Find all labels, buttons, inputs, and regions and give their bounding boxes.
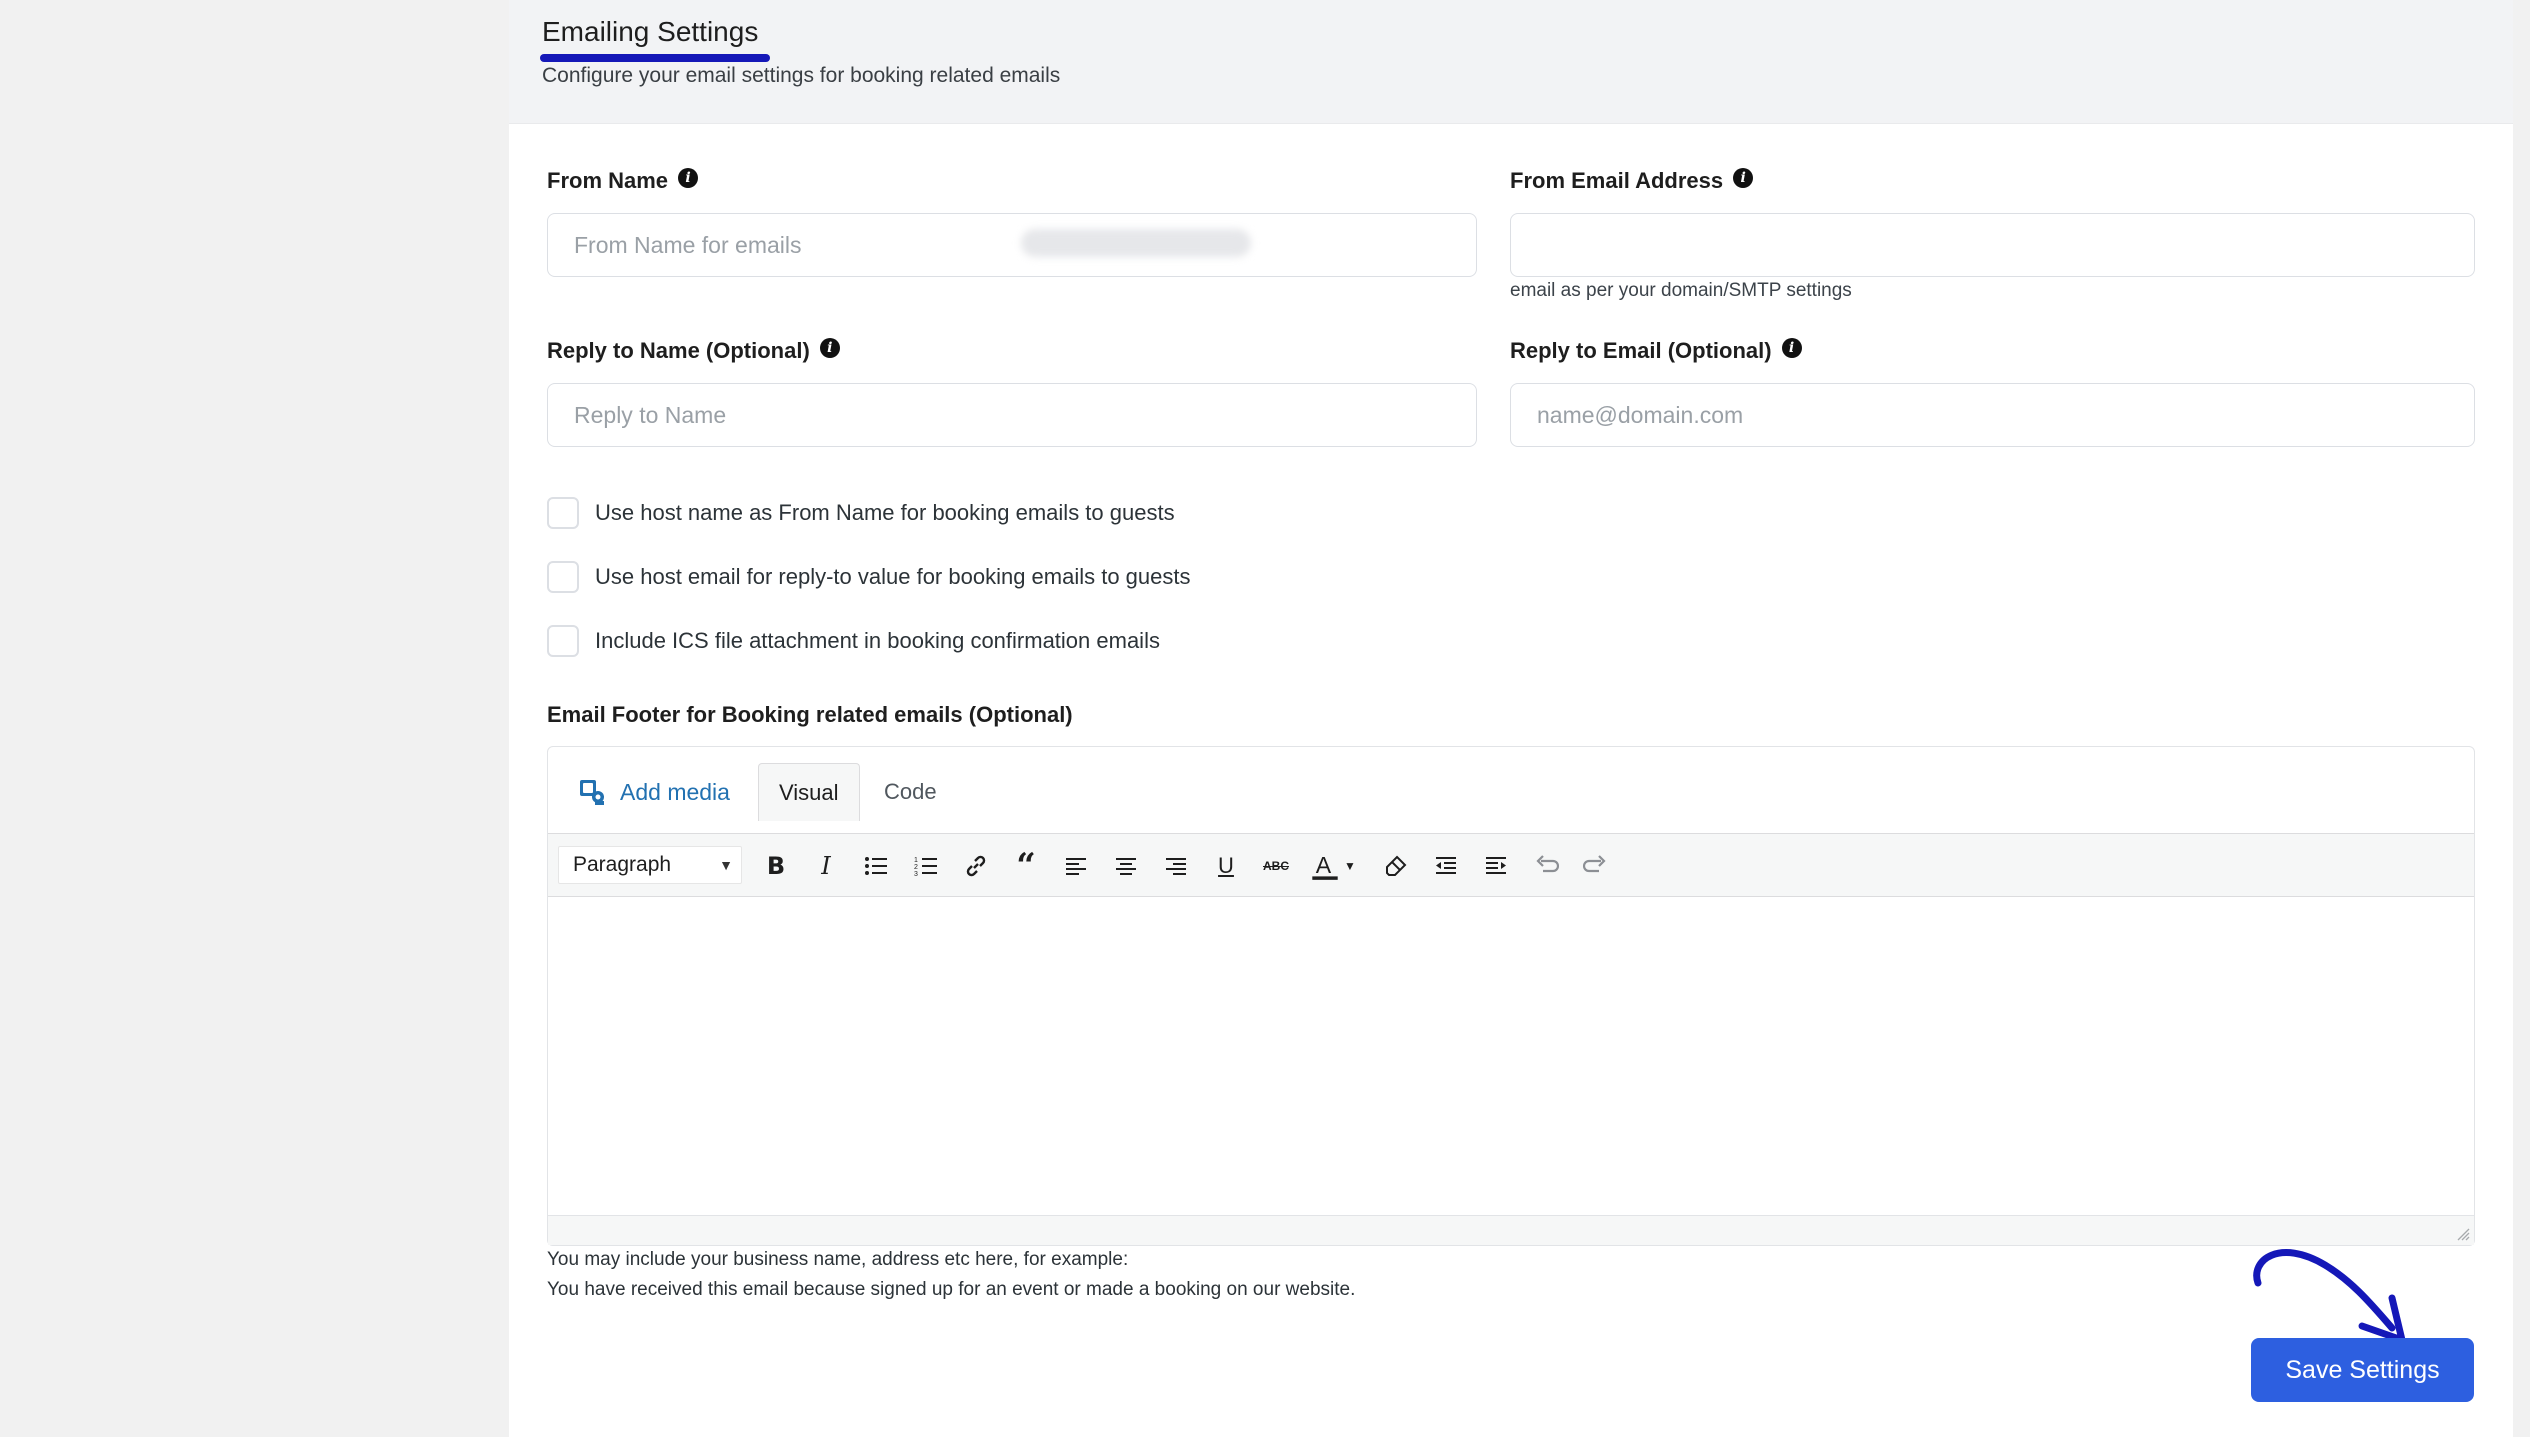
clear-formatting-button[interactable] (1378, 848, 1414, 884)
bulleted-list-icon (865, 857, 887, 875)
eraser-icon (1386, 855, 1407, 876)
tab-code[interactable]: Code (864, 763, 957, 821)
from-name-input[interactable] (547, 213, 1477, 277)
align-left-icon (1066, 858, 1086, 875)
italic-button[interactable]: I (808, 848, 844, 884)
strikethrough-icon: ABC (1263, 859, 1289, 873)
save-settings-button[interactable]: Save Settings (2251, 1338, 2474, 1402)
bold-button[interactable]: B (758, 848, 794, 884)
blockquote-button[interactable]: “ (1008, 848, 1044, 884)
editor-tabs: Add media Visual Code (548, 747, 2474, 833)
bold-icon: B (766, 852, 786, 880)
email-footer-label: Email Footer for Booking related emails … (547, 702, 1073, 727)
from-name-label: From Name i (547, 168, 699, 194)
checkbox-label: Use host email for reply-to value for bo… (595, 564, 1191, 589)
reply-name-label: Reply to Name (Optional) i (547, 338, 840, 364)
chevron-down-icon: ▼ (719, 857, 733, 873)
from-email-label: From Email Address i (1510, 168, 1754, 194)
reply-email-label: Reply to Email (Optional) i (1510, 338, 1802, 364)
align-left-button[interactable] (1058, 848, 1094, 884)
info-icon[interactable]: i (1733, 168, 1754, 188)
title-underline-annotation (540, 54, 770, 62)
email-footer-editor: Add media Visual Code Paragraph ▼ B I 12… (547, 746, 2475, 1246)
editor-toolbar: Paragraph ▼ B I 123 “ U ABC A ▼ (548, 833, 2474, 897)
footer-note-line1: You may include your business name, addr… (547, 1249, 1129, 1270)
svg-text:3: 3 (914, 871, 918, 878)
ics-attachment-checkbox[interactable] (547, 625, 579, 657)
align-center-icon (1116, 858, 1136, 875)
editor-statusbar (548, 1215, 2474, 1245)
numbered-list-icon: 123 (914, 857, 937, 878)
resize-grip-icon[interactable] (2454, 1225, 2470, 1241)
outdent-button[interactable] (1428, 848, 1464, 884)
checkbox-label: Use host name as From Name for booking e… (595, 500, 1175, 525)
redo-button[interactable] (1578, 848, 1614, 884)
chevron-down-icon: ▼ (1344, 859, 1356, 873)
reply-name-input[interactable] (547, 383, 1477, 447)
outdent-icon (1436, 857, 1456, 874)
footer-note-line2: You have received this email because sig… (547, 1279, 1356, 1300)
reply-email-input[interactable] (1510, 383, 2475, 447)
tab-visual[interactable]: Visual (758, 763, 860, 821)
info-icon[interactable]: i (819, 338, 840, 358)
panel-header: Emailing Settings Configure your email s… (509, 0, 2513, 124)
page-subtitle: Configure your email settings for bookin… (542, 64, 1061, 87)
blurred-email-value (1021, 229, 1251, 257)
text-color-button[interactable]: A ▼ (1310, 848, 1370, 884)
undo-icon (1536, 855, 1559, 873)
from-email-label-text: From Email Address (1510, 168, 1724, 193)
underline-icon: U (1218, 853, 1234, 878)
add-media-button[interactable]: Add media (578, 777, 730, 807)
host-name-checkbox[interactable] (547, 497, 579, 529)
text-color-icon: A (1312, 852, 1338, 880)
underline-button[interactable]: U (1208, 848, 1244, 884)
add-media-icon (580, 780, 604, 805)
from-email-help: email as per your domain/SMTP settings (1510, 280, 1852, 301)
paragraph-format-select[interactable]: Paragraph ▼ (558, 846, 742, 884)
svg-text:2: 2 (914, 864, 918, 871)
info-icon[interactable]: i (678, 168, 699, 188)
strikethrough-button[interactable]: ABC (1258, 848, 1294, 884)
from-email-input[interactable] (1510, 213, 2475, 277)
svg-text:A: A (1316, 852, 1332, 878)
link-icon (966, 855, 986, 877)
editor-content-area[interactable] (548, 897, 2474, 1217)
info-icon[interactable]: i (1781, 338, 1802, 358)
insert-link-button[interactable] (958, 848, 994, 884)
align-center-button[interactable] (1108, 848, 1144, 884)
bulleted-list-button[interactable] (858, 848, 894, 884)
blockquote-icon: “ (1016, 846, 1036, 886)
add-media-label: Add media (620, 778, 730, 805)
align-right-icon (1166, 858, 1186, 875)
arrow-annotation-icon (2253, 1249, 2406, 1344)
numbered-list-button[interactable]: 123 (908, 848, 944, 884)
from-name-label-text: From Name (547, 168, 669, 193)
checkbox-row-host-email[interactable]: Use host email for reply-to value for bo… (547, 561, 1191, 593)
checkbox-label: Include ICS file attachment in booking c… (595, 628, 1160, 653)
indent-button[interactable] (1478, 848, 1514, 884)
undo-button[interactable] (1528, 848, 1564, 884)
format-select-value: Paragraph (573, 853, 672, 876)
host-email-checkbox[interactable] (547, 561, 579, 593)
reply-name-label-text: Reply to Name (Optional) (547, 338, 810, 363)
align-right-button[interactable] (1158, 848, 1194, 884)
checkbox-row-host-name[interactable]: Use host name as From Name for booking e… (547, 497, 1175, 529)
checkbox-row-ics[interactable]: Include ICS file attachment in booking c… (547, 625, 1160, 657)
italic-icon: I (821, 852, 831, 880)
indent-icon (1486, 857, 1506, 874)
page-title: Emailing Settings (542, 16, 759, 47)
redo-icon (1583, 855, 1606, 873)
svg-text:1: 1 (914, 857, 918, 864)
reply-email-label-text: Reply to Email (Optional) (1510, 338, 1772, 363)
